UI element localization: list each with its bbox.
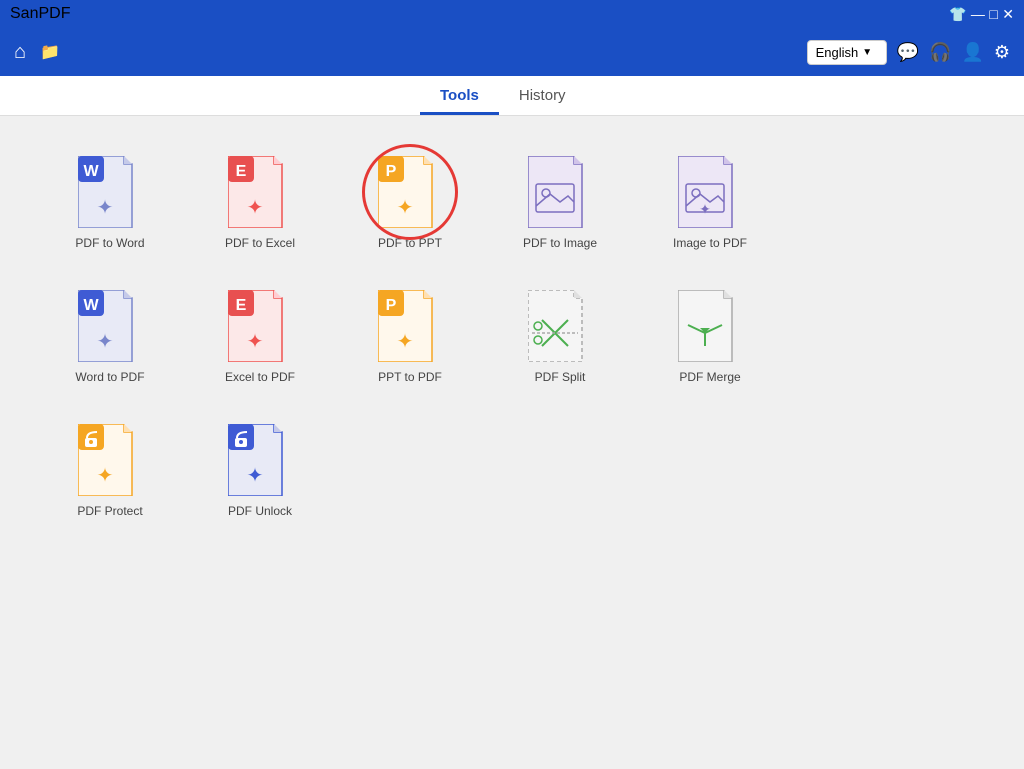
minimize-button[interactable]: — xyxy=(971,6,985,22)
tool-image-to-pdf[interactable]: ✦ Image to PDF xyxy=(660,156,760,250)
ppt-to-pdf-label: PPT to PDF xyxy=(378,370,442,384)
svg-text:✦: ✦ xyxy=(397,331,414,353)
pdf-to-image-icon xyxy=(528,156,592,228)
shirt-icon: 👕 xyxy=(949,6,966,22)
tab-tools[interactable]: Tools xyxy=(420,79,499,115)
pdf-protect-label: PDF Protect xyxy=(77,504,142,518)
chat-icon[interactable]: 💬 xyxy=(897,42,919,63)
folder-icon[interactable]: 📁 xyxy=(40,42,60,62)
close-button[interactable]: ✕ xyxy=(1002,6,1014,22)
image-to-pdf-label: Image to PDF xyxy=(673,236,747,250)
header: ⌂ 📁 English ▼ 💬 🎧 👤 ⚙ xyxy=(0,28,1024,76)
pdf-to-image-label: PDF to Image xyxy=(523,236,597,250)
svg-text:W: W xyxy=(83,297,99,314)
tool-pdf-split[interactable]: PDF Split xyxy=(510,290,610,384)
svg-text:✦: ✦ xyxy=(397,197,414,219)
svg-text:✦: ✦ xyxy=(97,331,114,353)
language-selector[interactable]: English ▼ xyxy=(807,40,887,65)
tab-history[interactable]: History xyxy=(499,79,586,115)
excel-to-pdf-label: Excel to PDF xyxy=(225,370,295,384)
ppt-to-pdf-icon: P ✦ xyxy=(378,290,442,362)
maximize-button[interactable]: □ xyxy=(989,6,997,22)
app-title: SanPDF xyxy=(10,5,70,23)
pdf-merge-label: PDF Merge xyxy=(679,370,740,384)
tool-ppt-to-pdf[interactable]: P ✦ PPT to PDF xyxy=(360,290,460,384)
pdf-merge-icon xyxy=(678,290,742,362)
svg-text:✦: ✦ xyxy=(247,197,264,219)
word-to-pdf-icon: W ✦ xyxy=(78,290,142,362)
tool-row-1: W ✦ PDF to Word E ✦ PDF to Excel xyxy=(60,156,964,250)
svg-text:✦: ✦ xyxy=(97,197,114,219)
pdf-to-word-label: PDF to Word xyxy=(75,236,144,250)
pdf-split-icon xyxy=(528,290,592,362)
settings-icon[interactable]: ⚙ xyxy=(994,42,1010,63)
svg-text:E: E xyxy=(236,163,247,180)
pdf-split-label: PDF Split xyxy=(535,370,586,384)
home-icon[interactable]: ⌂ xyxy=(14,41,26,64)
tool-word-to-pdf[interactable]: W ✦ Word to PDF xyxy=(60,290,160,384)
header-left: ⌂ 📁 xyxy=(14,41,60,64)
tool-pdf-to-excel[interactable]: E ✦ PDF to Excel xyxy=(210,156,310,250)
pdf-to-excel-label: PDF to Excel xyxy=(225,236,295,250)
tool-pdf-merge[interactable]: PDF Merge xyxy=(660,290,760,384)
language-label: English xyxy=(816,45,859,60)
word-to-pdf-label: Word to PDF xyxy=(75,370,144,384)
tool-pdf-to-word[interactable]: W ✦ PDF to Word xyxy=(60,156,160,250)
user-icon[interactable]: 👤 xyxy=(961,42,983,63)
tool-excel-to-pdf[interactable]: E ✦ Excel to PDF xyxy=(210,290,310,384)
svg-text:✦: ✦ xyxy=(247,465,264,487)
svg-text:✦: ✦ xyxy=(699,201,711,217)
header-right: English ▼ 💬 🎧 👤 ⚙ xyxy=(807,40,1010,65)
tool-pdf-protect[interactable]: ✦ PDF Protect xyxy=(60,424,160,518)
pdf-to-word-icon: W ✦ xyxy=(78,156,142,228)
headset-icon[interactable]: 🎧 xyxy=(929,42,951,63)
image-to-pdf-icon: ✦ xyxy=(678,156,742,228)
tool-row-2: W ✦ Word to PDF E ✦ Excel to PDF xyxy=(60,290,964,384)
svg-text:✦: ✦ xyxy=(247,331,264,353)
svg-text:P: P xyxy=(386,163,397,180)
svg-text:E: E xyxy=(236,297,247,314)
excel-to-pdf-icon: E ✦ xyxy=(228,290,292,362)
tool-pdf-to-ppt[interactable]: P ✦ PDF to PPT xyxy=(360,156,460,250)
svg-text:P: P xyxy=(386,297,397,314)
tabs: Tools History xyxy=(0,76,1024,116)
titlebar-controls: 👕 — □ ✕ xyxy=(949,4,1014,24)
tool-pdf-unlock[interactable]: ✦ PDF Unlock xyxy=(210,424,310,518)
pdf-to-ppt-label: PDF to PPT xyxy=(378,236,442,250)
titlebar: SanPDF 👕 — □ ✕ xyxy=(0,0,1024,28)
main-content: W ✦ PDF to Word E ✦ PDF to Excel xyxy=(0,116,1024,558)
pdf-unlock-icon: ✦ xyxy=(228,424,292,496)
chevron-down-icon: ▼ xyxy=(862,47,872,58)
pdf-unlock-label: PDF Unlock xyxy=(228,504,292,518)
pdf-protect-icon: ✦ xyxy=(78,424,142,496)
svg-text:✦: ✦ xyxy=(97,465,114,487)
pdf-to-ppt-icon: P ✦ xyxy=(378,156,442,228)
tool-pdf-to-image[interactable]: PDF to Image xyxy=(510,156,610,250)
tool-row-3: ✦ PDF Protect ✦ PDF Unlock xyxy=(60,424,964,518)
svg-text:W: W xyxy=(83,163,99,180)
pdf-to-excel-icon: E ✦ xyxy=(228,156,292,228)
